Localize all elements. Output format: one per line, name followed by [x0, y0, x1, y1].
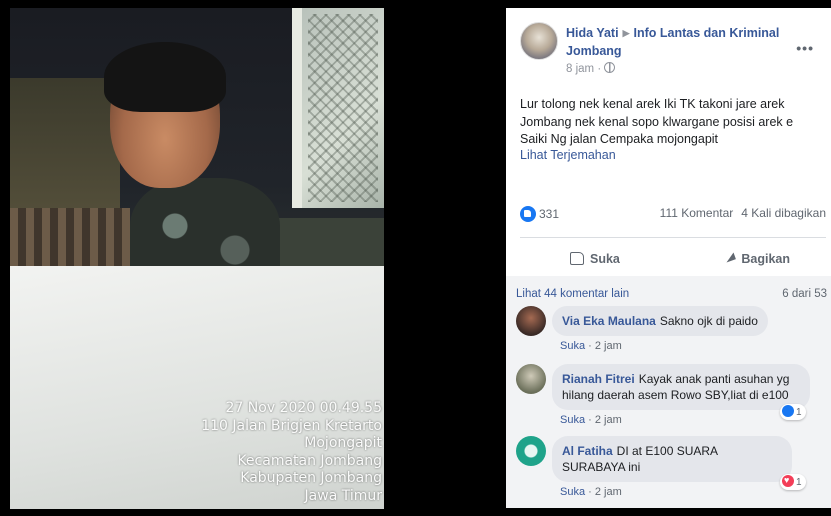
author-line: Hida Yati ▶ Info Lantas dan Kriminal Jomba… [566, 24, 806, 60]
comment-bubble: Al Fatiha DI at E100 SUARA SURABAYA ini [552, 436, 792, 482]
comment-like-link[interactable]: Suka [560, 486, 585, 498]
photo-viewer: 27 Nov 2020 00.49.55 110 Jalan Brigjen K… [0, 0, 506, 516]
divider [520, 237, 826, 238]
comment-like-link[interactable]: Suka [560, 414, 585, 426]
comment-item: Al FatihaDI at E100 SUARA SURABAYA ini 1… [516, 436, 826, 500]
commenter-name[interactable]: Via Eka Maulana [562, 314, 656, 328]
see-translation-link[interactable]: Lihat Terjemahan [520, 148, 616, 162]
like-button-label: Suka [590, 252, 620, 266]
share-button[interactable]: Bagikan [724, 244, 790, 274]
commenter-avatar[interactable] [516, 436, 546, 466]
comment-time[interactable]: 2 jam [595, 414, 622, 426]
comment-like-link[interactable]: Suka [560, 340, 585, 352]
triangle-right-icon: ▶ [622, 28, 630, 38]
stamp-line: Jawa Timur [304, 487, 382, 504]
comment-bubble: Via Eka Maulana Sakno ojk di paido [552, 306, 768, 336]
comment-reactions[interactable]: 1 [780, 473, 806, 490]
commenter-name[interactable]: Al Fatiha [562, 444, 613, 458]
post-time[interactable]: 8 jam [566, 63, 594, 75]
comment-reaction-count: 1 [796, 477, 802, 488]
stamp-line: Kabupaten Jombang [240, 470, 382, 486]
commenter-name[interactable]: Rianah Fitrei [562, 372, 635, 386]
engagement-counts: 111 Komentar 4 Kali dibagikan [660, 206, 826, 220]
comment-time[interactable]: 2 jam [595, 486, 622, 498]
stamp-line: 27 Nov 2020 00.49.55 [225, 400, 382, 416]
comments-section: Lihat 44 komentar lain 6 dari 53 Via Eka… [506, 276, 831, 508]
post-photo[interactable]: 27 Nov 2020 00.49.55 110 Jalan Brigjen K… [10, 8, 384, 509]
post-meta: 8 jam · [566, 62, 616, 75]
like-button[interactable]: Suka [570, 244, 620, 274]
reactions-bar: 331 111 Komentar 4 Kali dibagikan [520, 206, 826, 224]
reaction-count[interactable]: 331 [539, 207, 559, 221]
comment-reactions[interactable]: 1 [780, 404, 806, 420]
photo-timestamp-stamp: 27 Nov 2020 00.49.55 110 Jalan Brigjen K… [201, 400, 382, 505]
photo-person-hair [104, 42, 226, 112]
comment-item: Via Eka Maulana Sakno ojk di paido Suka ·… [516, 306, 826, 356]
post-text: Lur tolong nek kenal arek Iki TK takoni … [520, 97, 794, 146]
comment-text: Sakno ojk di paido [659, 314, 758, 328]
author-name[interactable]: Hida Yati [566, 26, 619, 40]
share-arrow-icon [724, 252, 737, 263]
author-avatar[interactable] [520, 22, 558, 60]
comments-pagination-count: 6 dari 53 [782, 288, 827, 300]
view-more-comments-link[interactable]: Lihat 44 komentar lain [516, 288, 629, 300]
comment-meta: Suka · 2 jam [560, 340, 622, 352]
like-reaction-icon [782, 405, 794, 417]
like-reaction-icon[interactable] [520, 206, 536, 222]
globe-icon [604, 62, 616, 73]
shares-count[interactable]: 4 Kali dibagikan [741, 206, 826, 220]
post-panel: Hida Yati ▶ Info Lantas dan Kriminal Jomba… [506, 8, 831, 508]
stamp-line: 110 Jalan Brigjen Kretarto [201, 417, 382, 434]
post-actions: Suka Bagikan [520, 244, 826, 274]
stamp-line: Mojongapit [304, 435, 382, 451]
share-button-label: Bagikan [741, 252, 790, 266]
photo-background-house [10, 78, 120, 218]
thumbs-up-icon [570, 252, 584, 265]
stamp-line: Kecamatan Jombang [237, 452, 382, 469]
more-options-icon[interactable]: ••• [796, 40, 814, 56]
comments-count[interactable]: 111 Komentar [660, 206, 734, 220]
comment-meta: Suka · 2 jam [560, 414, 622, 426]
heart-reaction-icon [782, 473, 794, 487]
comment-reaction-count: 1 [796, 407, 802, 418]
photo-window [292, 8, 384, 208]
comment-bubble: Rianah Fitrei Kayak anak panti asuhan yg … [552, 364, 810, 410]
comment-time[interactable]: 2 jam [595, 340, 622, 352]
comment-meta: Suka · 2 jam [560, 486, 622, 498]
commenter-avatar[interactable] [516, 306, 546, 336]
post-header: Hida Yati ▶ Info Lantas dan Kriminal Jomba… [520, 22, 820, 82]
commenter-avatar[interactable] [516, 364, 546, 394]
comment-item: Rianah Fitrei Kayak anak panti asuhan yg … [516, 364, 826, 428]
